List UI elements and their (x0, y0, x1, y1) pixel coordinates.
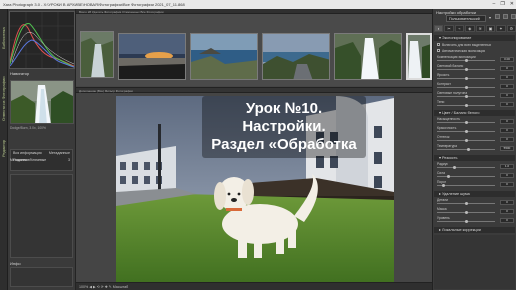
viewer-bottom-text: 100% ◀ ▶ ⟲ ⟳ ✚ ✎ Масштаб (79, 284, 129, 289)
slider-midtones[interactable]: Световые полутона 0 (437, 91, 514, 98)
slider-mask[interactable]: Маска 0 (437, 207, 514, 214)
tool-icons-row: ◐ ✂ ⌁ ◈ ≋ ▣ ✦ ⚙ (433, 24, 516, 33)
info-row-value: 3 (68, 158, 70, 162)
main-area: Всего 28 Удалить Фотография Отмеченных В… (76, 9, 432, 290)
filmstrip-thumb[interactable] (334, 33, 402, 80)
slider-saturation[interactable]: Насыщенность 0 (437, 117, 514, 124)
left-panel: Навигатор Dodge/Burn, 3.0х, 100% Вся инф… (8, 9, 76, 290)
title-bar: Xara Photograph 3.0 - X:\УРОКИ В АРХИВЕ\… (0, 0, 516, 9)
section-exposure[interactable]: ▾ Экспонирование (434, 35, 515, 41)
meta-label: Метаданные/Ключевые (10, 158, 47, 162)
color-tool-icon[interactable]: ◈ (465, 25, 475, 32)
minimize-button[interactable]: – (493, 1, 496, 7)
slider-threshold[interactable]: Порог 0 (437, 180, 514, 187)
slider-strength[interactable]: Сила 0 (437, 171, 514, 178)
metadata-list (10, 174, 73, 258)
slider-details[interactable]: Детали 0 (437, 198, 514, 205)
overlay-line-3: Раздел «Обработка (211, 136, 357, 153)
main-photo[interactable]: Урок №10. Настройки. Раздел «Обработка (116, 96, 394, 287)
slider-light-balance[interactable]: Световой баланс 0 (437, 64, 514, 71)
section-sharpness[interactable]: ▾ Резкость (434, 155, 515, 161)
close-button[interactable]: ✕ (510, 1, 514, 7)
gear-icon[interactable]: ⚙ (506, 25, 516, 32)
viewer-bottom-bar: 100% ◀ ▶ ⟲ ⟳ ✚ ✎ Масштаб (76, 282, 432, 290)
slider-shadows[interactable]: Тени 0 (437, 100, 514, 107)
section-local[interactable]: ▸ Локальные коррекции (434, 227, 515, 233)
lesson-title-overlay: Урок №10. Настройки. Раздел «Обработка (202, 96, 366, 158)
filmstrip (76, 14, 432, 86)
viewer-toolbar: Дополнение (Все) Фильтр Фотографии (76, 87, 432, 93)
info-label: Инфо (10, 261, 21, 266)
slider-tint[interactable]: Оттенок 0 (437, 135, 514, 142)
auto-exposure-checkbox[interactable]: Автоматическая экспозиция (437, 48, 485, 53)
save-preset-button[interactable] (495, 14, 500, 19)
info-panel (10, 267, 73, 287)
delete-preset-button[interactable] (503, 14, 508, 19)
viewer-toolbar-text: Дополнение (Все) Фильтр Фотографии (79, 89, 133, 93)
section-noise[interactable]: ▸ Удаление шума (434, 191, 515, 197)
filmstrip-thumb[interactable] (118, 33, 186, 80)
slider-exposure[interactable]: Компенсация экспозиции 0.00 (437, 55, 514, 62)
chevron-down-icon[interactable]: ▾ (489, 15, 491, 20)
curve-tool-icon[interactable]: ⌁ (454, 25, 465, 32)
thumb-caption: Dodge/Burn, 3.0х, 100% (10, 126, 46, 130)
navigator-label: Навигатор (10, 71, 30, 76)
tab-export[interactable]: Отвести из Фотографии (1, 69, 7, 129)
tab-library[interactable]: Библиотека (1, 11, 7, 66)
effects-tool-icon[interactable]: ✦ (496, 25, 506, 32)
noise-tool-icon[interactable]: ≋ (475, 25, 485, 32)
histogram (9, 11, 75, 69)
slider-contrast[interactable]: Контраст 0 (437, 82, 514, 89)
menu-button[interactable] (511, 14, 516, 19)
info-row: Вся информация Метаданные (13, 151, 70, 157)
overlay-line-1: Урок №10. (245, 100, 323, 117)
crop-tool-icon[interactable]: ✂ (444, 25, 454, 32)
section-color[interactable]: ▾ Цвет / Баланс белого (434, 110, 515, 116)
overlay-line-2: Настройки. (242, 118, 326, 135)
vertical-tab-bar: Библиотека Отвести из Фотографии Редакто… (0, 9, 8, 290)
maximize-button[interactable]: ❐ (500, 1, 504, 7)
slider-temperature[interactable]: Температура 5500 (437, 144, 514, 151)
slider-radius[interactable]: Радиус 1.0 (437, 162, 514, 169)
window-title: Xara Photograph 3.0 - X:\УРОКИ В АРХИВЕ\… (3, 2, 185, 7)
slider-brightness[interactable]: Яркость 0 (437, 73, 514, 80)
filmstrip-thumb[interactable] (80, 31, 114, 78)
local-corrections-area (434, 235, 515, 289)
filmstrip-thumb[interactable] (190, 33, 258, 80)
preset-select[interactable]: Пользовательский (446, 15, 486, 22)
filmstrip-thumb[interactable] (262, 33, 330, 80)
right-panel: Настройки обработки Пользовательский ▾ ◐… (432, 9, 516, 290)
info-row-value: Метаданные (48, 151, 70, 155)
frame-tool-icon[interactable]: ▣ (485, 25, 496, 32)
filmstrip-thumb-selected[interactable] (406, 33, 432, 80)
navigator-thumbnail[interactable] (10, 80, 74, 124)
info-row-label: Вся информация (13, 151, 42, 155)
slider-level[interactable]: Уровень 0 (437, 216, 514, 223)
apply-all-checkbox[interactable]: Включить для всех выделенных (437, 42, 491, 47)
exposure-tool-icon[interactable]: ◐ (434, 25, 444, 32)
slider-vibrance[interactable]: Красочность 0 (437, 126, 514, 133)
tab-editor[interactable]: Редактор (1, 133, 7, 163)
